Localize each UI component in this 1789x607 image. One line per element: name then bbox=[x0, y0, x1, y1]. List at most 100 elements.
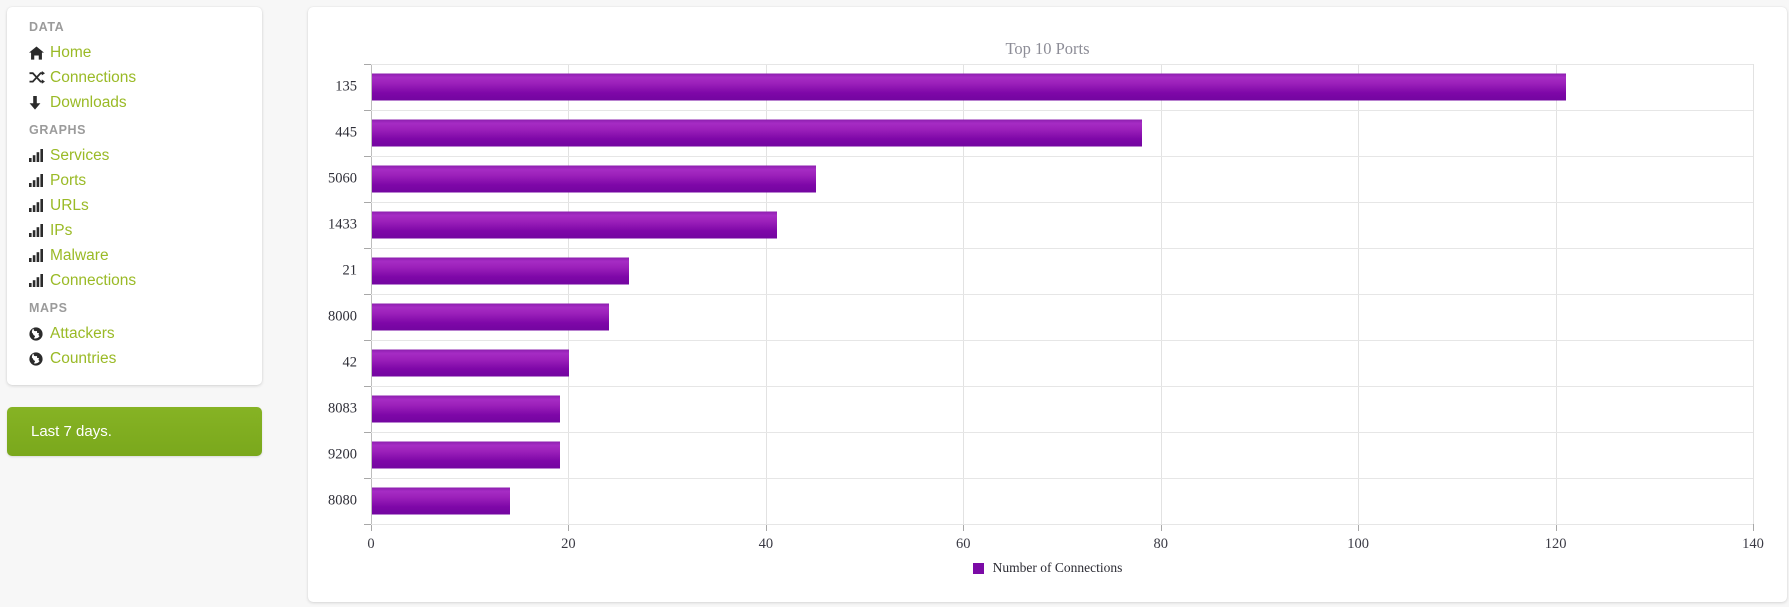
x-axis-tick bbox=[1555, 524, 1557, 531]
chart-bar[interactable] bbox=[372, 303, 609, 331]
shuffle-icon bbox=[29, 71, 50, 84]
date-range-banner: Last 7 days. bbox=[7, 407, 262, 456]
x-axis-tick-label: 20 bbox=[561, 536, 576, 552]
sidebar-item-label: Downloads bbox=[50, 93, 127, 111]
sidebar-nav-card: DATA Home Connections Downloads GRAPHS S… bbox=[7, 7, 262, 385]
x-axis-tick-label: 60 bbox=[956, 536, 971, 552]
bar-chart-icon bbox=[29, 149, 50, 162]
y-gridline bbox=[371, 432, 1753, 433]
sidebar-item-label: Attackers bbox=[50, 324, 115, 342]
y-axis-tick bbox=[364, 64, 371, 65]
y-axis-tick bbox=[364, 524, 371, 525]
sidebar-item-home[interactable]: Home bbox=[7, 40, 262, 65]
sidebar-item-ips[interactable]: IPs bbox=[7, 218, 262, 243]
y-axis-category-label: 135 bbox=[335, 78, 357, 95]
chart-title: Top 10 Ports bbox=[1005, 39, 1090, 58]
sidebar-item-label: Connections bbox=[50, 68, 137, 86]
chart-bar[interactable] bbox=[372, 441, 560, 469]
sidebar-item-connections[interactable]: Connections bbox=[7, 65, 262, 90]
y-gridline bbox=[371, 524, 1753, 525]
y-axis-category-label: 8000 bbox=[328, 308, 357, 325]
x-axis-tick bbox=[1358, 524, 1360, 531]
y-axis-tick bbox=[364, 294, 371, 295]
app-root: DATA Home Connections Downloads GRAPHS S… bbox=[0, 0, 1789, 607]
sidebar-heading-data: DATA bbox=[29, 20, 65, 34]
chart-bar[interactable] bbox=[372, 395, 560, 423]
sidebar-item-malware[interactable]: Malware bbox=[7, 243, 262, 268]
y-gridline bbox=[371, 478, 1753, 479]
y-gridline bbox=[371, 386, 1753, 387]
legend-swatch-icon bbox=[972, 562, 984, 574]
chart-bar[interactable] bbox=[372, 73, 1567, 101]
x-gridline bbox=[1753, 64, 1754, 524]
chart-plot-area: 0 20 40 60 80 100 120 140 135 445 5060 1433 21 8000 42… bbox=[328, 64, 1764, 552]
y-axis-category-label: 5060 bbox=[328, 170, 357, 187]
x-axis-tick bbox=[765, 524, 767, 531]
chart-panel: Top 10 Ports 0 20 40 60 80 100 120 140 135 445 506… bbox=[308, 7, 1787, 602]
y-axis-category-label: 445 bbox=[335, 124, 357, 141]
bar-chart-icon bbox=[29, 199, 50, 212]
y-axis-tick bbox=[364, 110, 371, 111]
sidebar-item-countries[interactable]: Countries bbox=[7, 346, 262, 371]
x-axis-tick bbox=[1753, 524, 1754, 531]
legend-label: Number of Connections bbox=[992, 560, 1123, 575]
y-gridline bbox=[371, 156, 1753, 157]
sidebar-item-label: Countries bbox=[50, 349, 117, 367]
sidebar-item-downloads[interactable]: Downloads bbox=[7, 90, 262, 115]
y-axis-tick bbox=[364, 202, 371, 203]
globe-icon bbox=[29, 326, 50, 341]
x-axis-tick bbox=[568, 524, 570, 531]
sidebar-item-connections-graph[interactable]: Connections bbox=[7, 268, 262, 293]
sidebar-item-label: Ports bbox=[50, 171, 87, 189]
chart-bar[interactable] bbox=[372, 211, 777, 239]
y-gridline bbox=[371, 294, 1753, 295]
sidebar-item-label: Services bbox=[50, 146, 110, 164]
y-axis-tick bbox=[364, 386, 371, 387]
x-axis-tick bbox=[1160, 524, 1162, 531]
x-axis-tick-label: 80 bbox=[1153, 536, 1168, 552]
y-gridline bbox=[371, 110, 1753, 111]
sidebar-item-urls[interactable]: URLs bbox=[7, 193, 262, 218]
y-axis-tick bbox=[364, 432, 371, 433]
sidebar-item-attackers[interactable]: Attackers bbox=[7, 321, 262, 346]
chart-bar[interactable] bbox=[372, 487, 511, 515]
sidebar-item-label: Malware bbox=[50, 246, 109, 264]
y-gridline bbox=[371, 248, 1753, 249]
y-axis-tick bbox=[364, 478, 371, 479]
y-axis-category-label: 21 bbox=[342, 262, 358, 279]
y-gridline bbox=[371, 64, 1753, 65]
y-axis-category-label: 9200 bbox=[328, 446, 357, 463]
x-axis-tick-label: 140 bbox=[1742, 536, 1764, 552]
sidebar-item-ports[interactable]: Ports bbox=[7, 168, 262, 193]
x-axis-tick-label: 120 bbox=[1544, 536, 1567, 552]
y-axis-tick bbox=[364, 156, 371, 157]
x-axis-tick bbox=[963, 524, 965, 531]
globe-icon bbox=[29, 351, 50, 366]
bar-chart-icon bbox=[29, 274, 50, 287]
y-axis-category-label: 42 bbox=[342, 354, 358, 371]
x-axis-tick-label: 0 bbox=[367, 536, 375, 552]
chart-bar[interactable] bbox=[372, 119, 1142, 147]
chart-bar[interactable] bbox=[372, 257, 629, 285]
sidebar-item-label: IPs bbox=[50, 221, 73, 239]
sidebar-heading-graphs: GRAPHS bbox=[29, 123, 87, 137]
main-content: Top 10 Ports 0 20 40 60 80 100 120 140 135 445 506… bbox=[270, 0, 1789, 607]
chart-bar[interactable] bbox=[372, 349, 570, 377]
x-axis-tick bbox=[371, 524, 372, 531]
bar-chart-icon bbox=[29, 174, 50, 187]
y-axis-tick bbox=[364, 340, 371, 341]
chart-bar[interactable] bbox=[372, 165, 817, 193]
sidebar-item-label: Home bbox=[50, 43, 92, 61]
bar-chart-icon bbox=[29, 224, 50, 237]
y-gridline bbox=[371, 202, 1753, 203]
y-gridline bbox=[371, 340, 1753, 341]
sidebar-item-services[interactable]: Services bbox=[7, 143, 262, 168]
chart-legend: Number of Connections bbox=[308, 560, 1787, 576]
sidebar: DATA Home Connections Downloads GRAPHS S… bbox=[0, 0, 270, 607]
sidebar-heading-maps: MAPS bbox=[29, 301, 68, 315]
x-axis-tick-label: 40 bbox=[758, 536, 774, 552]
y-axis-category-label: 1433 bbox=[328, 216, 357, 233]
download-arrow-icon bbox=[29, 95, 50, 110]
bar-chart-icon bbox=[29, 249, 50, 262]
y-axis-category-label: 8080 bbox=[328, 492, 357, 509]
